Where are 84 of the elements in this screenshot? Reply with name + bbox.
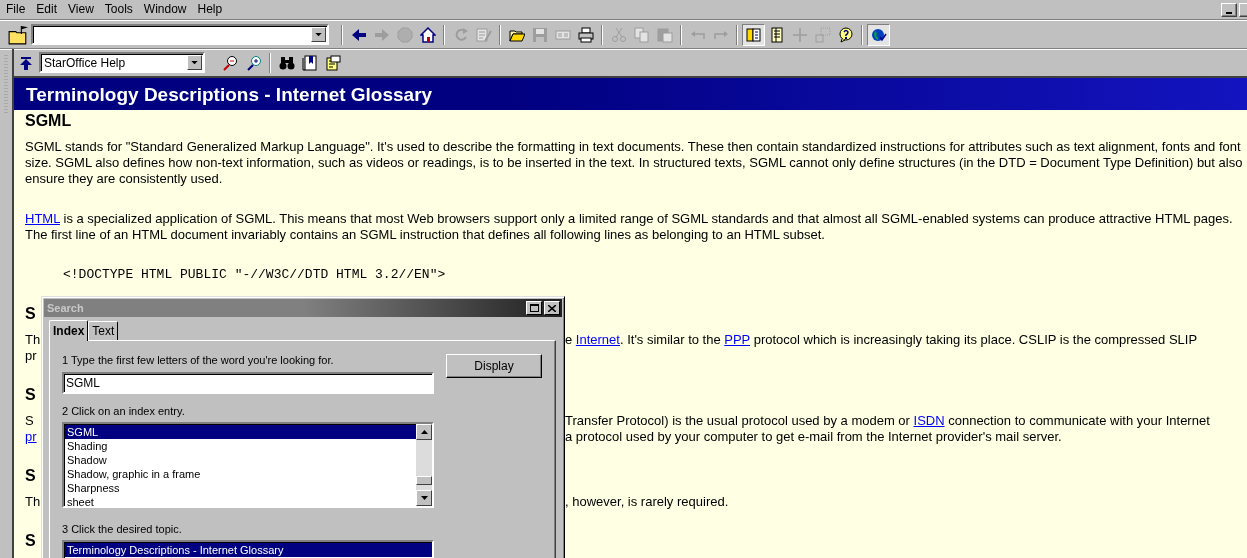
maximize-button[interactable]	[526, 301, 542, 315]
caret-up-icon	[420, 430, 428, 434]
grid-icon	[814, 26, 831, 43]
zoom-out-icon	[222, 54, 239, 71]
text-fragment: pr	[25, 348, 37, 363]
display-button[interactable]: Display	[446, 354, 542, 378]
scroll-up-button[interactable]	[416, 424, 432, 440]
close-button[interactable]	[544, 301, 560, 315]
list-item[interactable]: Terminology Descriptions - Internet Glossary	[65, 543, 432, 557]
menu-item[interactable]: File	[1, 2, 31, 17]
close-icon	[548, 304, 556, 312]
text-fragment: a protocol used by your computer to get e-mail from the Internet provider's mail server.	[565, 429, 1062, 445]
caret-down-icon	[420, 496, 428, 500]
dialog-title: Search	[47, 302, 85, 314]
link[interactable]: Internet	[575, 332, 620, 347]
menu-item[interactable]: Tools	[99, 2, 138, 17]
help-combo[interactable]: StarOffice Help	[39, 52, 205, 73]
section-heading: S	[25, 531, 36, 551]
octagon-icon	[396, 26, 413, 43]
paste-icon	[656, 26, 673, 43]
dropdown-button[interactable]	[187, 55, 202, 70]
save-icon	[531, 26, 548, 43]
book-icon	[745, 26, 762, 43]
toolbar-button[interactable]	[867, 23, 890, 46]
text-fragment: e Internet. It's similar to the PPP protocol which is increasingly taking its place. CSLIP is the compressed SLIP	[565, 332, 1198, 348]
bookmark-icon	[301, 54, 318, 71]
link[interactable]: PPP	[724, 332, 751, 347]
folder-flag-icon	[7, 24, 28, 45]
document-pencil-icon	[475, 26, 492, 43]
text-fragment: S	[25, 413, 34, 428]
notes-icon	[324, 54, 341, 71]
link[interactable]: pr	[25, 429, 37, 444]
text-fragment: , however, is rarely required.	[565, 494, 729, 510]
page-title: Terminology Descriptions - Internet Glossary	[14, 78, 1247, 110]
menu-item[interactable]: Window	[138, 2, 192, 17]
menu-item[interactable]: Edit	[31, 2, 63, 17]
section-heading: S	[25, 466, 36, 486]
list-item[interactable]: SGML	[65, 425, 416, 439]
step-label: 1 Type the first few letters of the word you're looking for.	[62, 354, 335, 366]
text-fragment: Th	[25, 494, 41, 509]
scroll-thumb[interactable]	[416, 476, 432, 485]
scissors-icon	[610, 26, 627, 43]
code-line: <!DOCTYPE HTML PUBLIC "-//W3C//DTD HTML 3.2//EN">	[62, 267, 447, 283]
list-item[interactable]: sheet	[65, 495, 416, 506]
zoom-in-icon	[245, 54, 262, 71]
list-item[interactable]: Sharpness	[65, 481, 416, 495]
link[interactable]: ISDN	[913, 413, 945, 428]
home-icon	[419, 26, 436, 43]
help-icon	[837, 26, 854, 43]
globe-icon	[870, 26, 887, 43]
binoculars-icon	[278, 54, 295, 71]
caret-down-icon	[315, 32, 322, 37]
menu-item[interactable]: View	[63, 2, 99, 17]
tab[interactable]: Text	[88, 321, 119, 340]
address-field[interactable]	[31, 24, 329, 45]
caret-down-icon	[191, 60, 198, 65]
section-heading: S	[25, 304, 36, 324]
arrow-right-icon	[373, 26, 390, 43]
list-item[interactable]: Shadow	[65, 453, 416, 467]
menu-item[interactable]: Help	[192, 2, 228, 17]
copy-icon	[633, 26, 650, 43]
minimize-button[interactable]	[1221, 2, 1237, 17]
crosshair-icon	[791, 26, 808, 43]
link[interactable]: HTML	[25, 211, 60, 226]
text-fragment: Th	[25, 332, 41, 347]
section-heading: SGML	[25, 111, 73, 131]
section-heading: S	[25, 385, 36, 405]
text-fragment: Transfer Protocol) is the usual protocol used by a modem or ISDN connection to communicate with your Internet	[565, 413, 1210, 429]
toolbar-button[interactable]	[6, 23, 29, 46]
step-label: 2 Click on an index entry.	[62, 405, 186, 417]
tab[interactable]: Index	[49, 320, 89, 341]
scroll-down-button[interactable]	[416, 490, 432, 506]
list-icon	[768, 26, 785, 43]
toolbar-button[interactable]	[742, 23, 765, 46]
arrow-left-icon	[350, 26, 367, 43]
dropdown-button[interactable]	[311, 27, 326, 42]
printer-icon	[577, 26, 594, 43]
paragraph: HTML is a specialized application of SGML. This means that most Web browsers support only a limited range of SGML standards and that almost all SGML-enabled systems can produce attractive HTML pages. The first line of an HTML document invariably contains an SGML instruction that defines all following lines as belonging to an HTML subset.	[25, 211, 1234, 243]
scrollbar[interactable]	[416, 424, 432, 506]
search-field[interactable]: SGML	[62, 372, 434, 394]
list-item[interactable]: Shadow, graphic in a frame	[65, 467, 416, 481]
list-item[interactable]: Shading	[65, 439, 416, 453]
paragraph: SGML stands for "Standard Generalized Markup Language". It's used to describe the formatting in text documents. These then contain standardized instructions for attributes such as text alignment, fonts and font size. SGML also defines how non-text information, such as videos or readings, is to be inserted in the text. In structured texts, SGML cannot only define structures (in the DTD = Document Type Definition) but also ensure they are consistently used.	[25, 139, 1244, 187]
step-label: 3 Click the desired topic.	[62, 523, 183, 535]
